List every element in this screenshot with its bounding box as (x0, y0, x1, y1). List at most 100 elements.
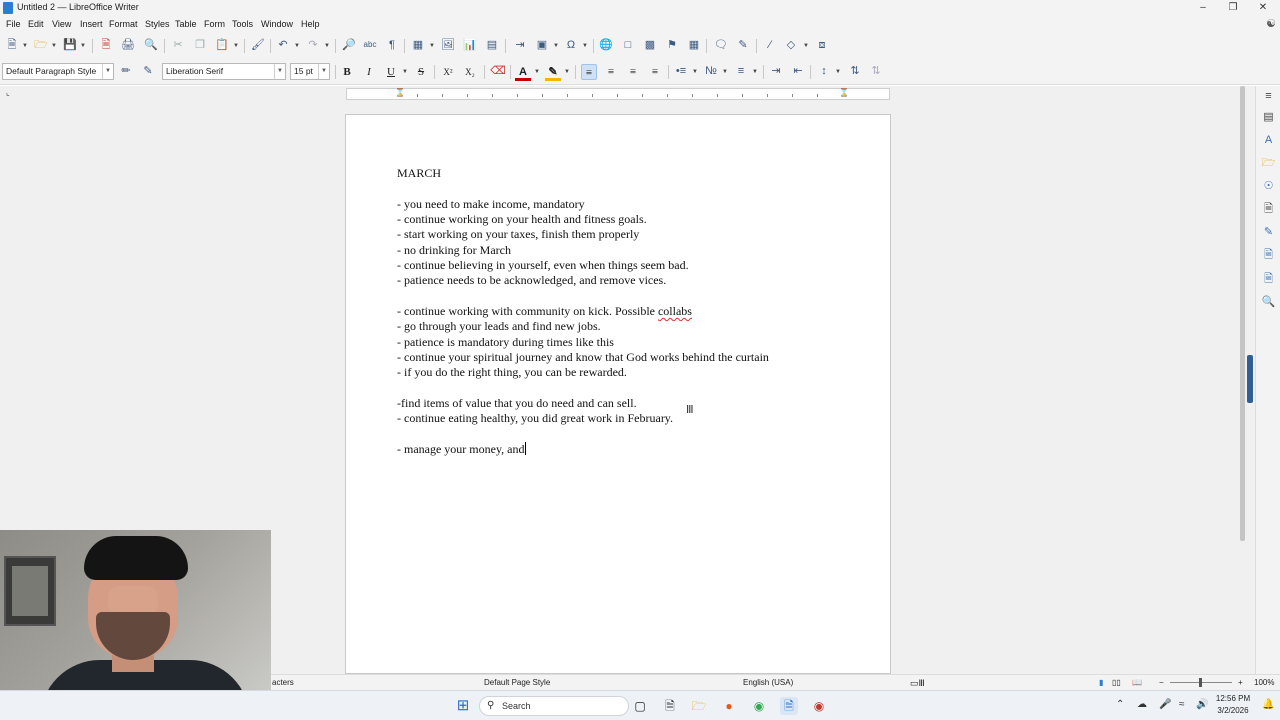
strikethrough-button[interactable]: S (413, 64, 429, 80)
chevron-down-icon[interactable]: ▼ (553, 43, 559, 49)
document-line[interactable]: - continue working on your health and fi… (397, 212, 647, 227)
line-spacing-icon[interactable]: ↕ (816, 63, 832, 79)
menu-file[interactable]: File (6, 19, 21, 29)
chevron-down-icon[interactable]: ▼ (51, 43, 57, 49)
maximize-button[interactable]: ❐ (1218, 0, 1248, 16)
italic-button[interactable]: I (361, 64, 377, 80)
menu-styles[interactable]: Styles (145, 19, 170, 29)
document-line[interactable]: - continue working with community on kic… (397, 304, 692, 319)
menu-edit[interactable]: Edit (28, 19, 44, 29)
book-view-icon[interactable]: 📖 (1132, 678, 1142, 687)
paste-icon[interactable]: 📋 (214, 37, 230, 53)
print-preview-icon[interactable]: 🔍 (143, 37, 159, 53)
ruler-left-indent-marker[interactable]: ⌛ (395, 88, 405, 97)
special-character-icon[interactable]: Ω (563, 37, 579, 53)
document-line[interactable]: - continue believing in yourself, even w… (397, 258, 689, 273)
endnote-icon[interactable]: ▩ (642, 37, 658, 53)
decrease-paragraph-spacing-icon[interactable]: ⇅ (868, 63, 884, 79)
font-size-select[interactable]: 15 pt ▼ (290, 63, 330, 80)
underline-button[interactable]: U (383, 64, 399, 80)
page-break-icon[interactable]: ⇥ (512, 37, 528, 53)
spelling-icon[interactable]: abc (362, 37, 378, 53)
close-button[interactable]: ✕ (1248, 0, 1278, 16)
menu-view[interactable]: View (52, 19, 71, 29)
design-icon[interactable]: 🗎 (1261, 272, 1276, 287)
navigator-icon[interactable]: ☉ (1261, 179, 1276, 194)
document-line[interactable]: - if you do the right thing, you can be … (397, 365, 627, 380)
justify-button[interactable]: ≡ (647, 64, 663, 80)
zoom-slider-knob[interactable] (1199, 678, 1202, 687)
manage-changes-icon[interactable]: 🗎 (1261, 248, 1276, 263)
chevron-down-icon[interactable]: ▼ (534, 69, 540, 75)
comment-icon[interactable]: 🗨 (713, 37, 729, 53)
print-icon[interactable]: 🖨 (120, 37, 136, 53)
document-line[interactable]: -find items of value that you do need an… (397, 396, 637, 411)
chevron-down-icon[interactable]: ▼ (233, 43, 239, 49)
chevron-down-icon[interactable]: ▼ (835, 69, 841, 75)
misspelled-word[interactable]: collabs (658, 304, 692, 318)
tab-stop-icon[interactable]: ⌞ (6, 88, 10, 97)
open-folder-icon[interactable]: 🗁 (33, 37, 49, 53)
outline-list-icon[interactable]: ≡ (733, 63, 749, 79)
insert-mode-icon[interactable]: ▭Ⅲ (910, 678, 925, 689)
chevron-down-icon[interactable]: ▼ (318, 64, 329, 79)
bookmark-icon[interactable]: ⚑ (664, 37, 680, 53)
increase-paragraph-spacing-icon[interactable]: ⇅ (847, 63, 863, 79)
chevron-down-icon[interactable]: ▼ (582, 43, 588, 49)
chevron-down-icon[interactable]: ▼ (80, 43, 86, 49)
cut-icon[interactable]: ✂ (170, 37, 186, 53)
chevron-down-icon[interactable]: ▼ (564, 69, 570, 75)
style-inspector-icon[interactable]: ✎ (1261, 225, 1276, 240)
sidebar-menu-icon[interactable]: ≡ (1261, 89, 1276, 104)
chevron-down-icon[interactable]: ▼ (752, 69, 758, 75)
menu-format[interactable]: Format (109, 19, 138, 29)
bold-button[interactable]: B (339, 64, 355, 80)
gallery-icon[interactable]: 🗁 (1261, 156, 1276, 171)
draw-functions-icon[interactable]: ⧈ (814, 37, 830, 53)
increase-indent-icon[interactable]: ⇥ (768, 63, 784, 79)
document-line[interactable]: - continue eating healthy, you did great… (397, 411, 673, 426)
chevron-down-icon[interactable]: ▼ (274, 64, 285, 79)
properties-icon[interactable]: ▤ (1261, 110, 1276, 125)
multi-page-view-icon[interactable]: ▯▯ (1112, 678, 1121, 687)
minimize-button[interactable]: – (1188, 0, 1218, 16)
menu-table[interactable]: Table (175, 19, 197, 29)
chevron-down-icon[interactable]: ▼ (102, 64, 113, 79)
insert-image-icon[interactable]: 🖼 (440, 37, 456, 53)
cross-reference-icon[interactable]: ▦ (686, 37, 702, 53)
formatting-marks-icon[interactable]: ¶ (384, 37, 400, 53)
chevron-down-icon[interactable]: ▼ (429, 43, 435, 49)
bullet-list-icon[interactable]: •≡ (673, 63, 689, 79)
menu-window[interactable]: Window (261, 19, 293, 29)
insert-line-icon[interactable]: ∕ (762, 37, 778, 53)
menu-help[interactable]: Help (301, 19, 320, 29)
update-style-icon[interactable]: ✏ (118, 63, 134, 79)
paragraph-style-select[interactable]: Default Paragraph Style ▼ (2, 63, 114, 80)
menu-form[interactable]: Form (204, 19, 225, 29)
taskbar-search[interactable]: ⚲ Search (479, 696, 629, 716)
file-explorer-icon[interactable]: 🗁 (690, 697, 708, 715)
document-line[interactable]: - no drinking for March (397, 243, 511, 258)
zoom-level[interactable]: 100% (1254, 678, 1274, 687)
decrease-indent-icon[interactable]: ⇤ (790, 63, 806, 79)
clear-formatting-icon[interactable]: ⌫ (490, 63, 506, 79)
document-line[interactable]: - you need to make income, mandatory (397, 197, 585, 212)
chevron-down-icon[interactable]: ▼ (294, 43, 300, 49)
export-pdf-icon[interactable]: 🗎 (98, 37, 114, 53)
notification-icon[interactable]: 🔔 (1262, 699, 1274, 710)
document-line[interactable]: - manage your money, and (397, 442, 526, 457)
document-line[interactable]: - patience is mandatory during times lik… (397, 335, 614, 350)
subscript-button[interactable]: X₂ (462, 64, 478, 80)
zoom-out-button[interactable]: − (1159, 678, 1164, 687)
new-document-icon[interactable]: 🗎 (4, 37, 20, 53)
vertical-scrollbar[interactable] (1240, 86, 1245, 541)
undo-icon[interactable]: ↶ (275, 37, 291, 53)
numbered-list-icon[interactable]: № (703, 63, 719, 79)
chevron-down-icon[interactable]: ▼ (402, 69, 408, 75)
zoom-in-button[interactable]: + (1238, 678, 1243, 687)
document-heading[interactable]: MARCH (397, 166, 441, 181)
superscript-button[interactable]: X² (440, 64, 456, 80)
horizontal-ruler[interactable]: ⌛ ⌛ (346, 88, 890, 100)
find-replace-icon[interactable]: 🔎 (341, 37, 357, 53)
track-changes-icon[interactable]: ✎ (735, 37, 751, 53)
